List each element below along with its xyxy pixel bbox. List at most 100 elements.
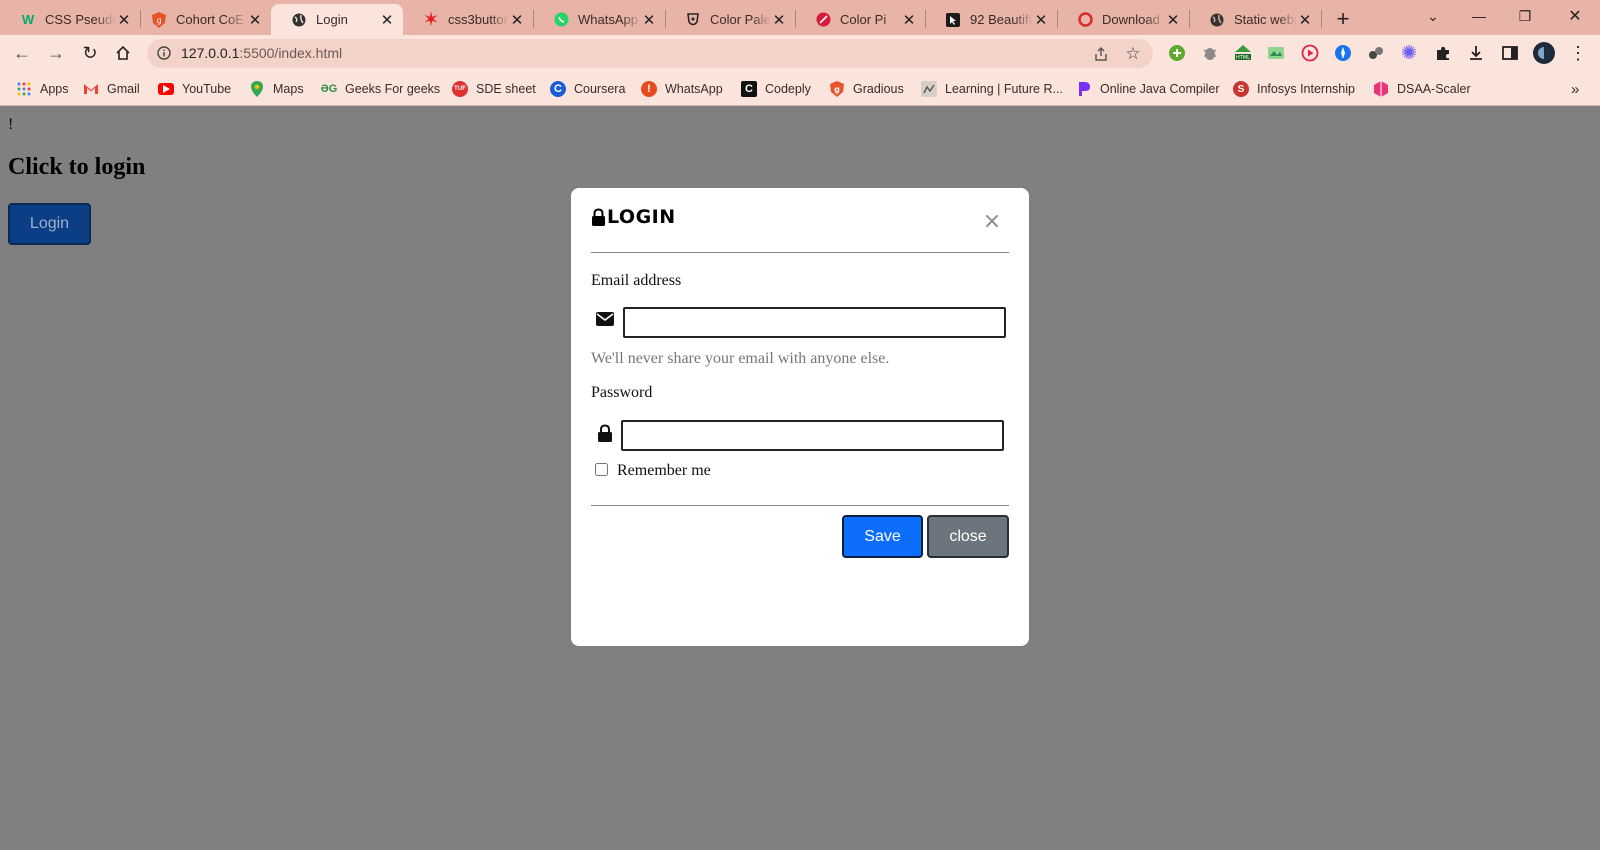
shield-icon: g	[151, 11, 167, 28]
bookmark-star-icon[interactable]: ☆	[1123, 44, 1143, 64]
bookmark-youtube[interactable]: YouTube	[158, 80, 231, 98]
bookmark-sde-sheet[interactable]: TUF SDE sheet	[452, 80, 536, 98]
tab-search-chevron-icon[interactable]: ⌄	[1410, 0, 1456, 32]
scaler-icon	[1373, 81, 1389, 97]
extension-dots-icon[interactable]	[1366, 43, 1386, 63]
modal-title: LOGIN	[591, 206, 676, 228]
extension-html-icon[interactable]: HTML	[1233, 43, 1253, 63]
address-bar[interactable]: 127.0.0.1:5500/index.html ☆	[147, 39, 1153, 68]
tab-close-icon[interactable]: ✕	[1033, 12, 1049, 29]
tab-92-beautiful[interactable]: 92 Beautiful ✕	[925, 4, 1057, 35]
back-arrow-icon[interactable]: ←	[8, 39, 36, 67]
tab-css3buttons[interactable]: ✶ css3buttons ✕	[403, 4, 533, 35]
asterisk-icon: ✶	[422, 8, 440, 31]
save-button[interactable]: Save	[842, 515, 923, 558]
email-label: Email address	[591, 272, 682, 289]
bookmarks-bar: Apps Gmail YouTube Maps ƏG Geeks For gee…	[0, 71, 1600, 106]
extension-plus-icon[interactable]	[1167, 43, 1187, 63]
page-heading: Click to login	[8, 154, 146, 180]
side-panel-icon[interactable]	[1500, 43, 1520, 63]
bookmark-coursera[interactable]: C Coursera	[550, 80, 625, 98]
minimize-icon[interactable]: —	[1456, 0, 1502, 32]
bookmark-whatsapp[interactable]: ! WhatsApp	[641, 80, 723, 98]
extension-bug-icon[interactable]	[1200, 43, 1220, 63]
tab-label: CSS Pseudo	[45, 12, 116, 27]
codeply-icon: C	[741, 81, 757, 97]
tab-static-webpage[interactable]: Static webp ✕	[1189, 4, 1321, 35]
header-divider	[591, 252, 1009, 253]
tab-label: Color Pi	[840, 12, 887, 27]
tab-label: 92 Beautiful	[970, 12, 1033, 27]
tab-close-icon[interactable]: ✕	[379, 12, 395, 29]
remember-me-checkbox[interactable]	[595, 463, 608, 476]
share-icon[interactable]	[1091, 44, 1111, 64]
password-label: Password	[591, 384, 653, 401]
globe-icon	[1209, 12, 1225, 28]
bookmark-maps[interactable]: Maps	[249, 80, 304, 98]
tab-whatsapp[interactable]: WhatsApp ✕	[533, 4, 665, 35]
download-site-icon	[1077, 12, 1093, 28]
password-field[interactable]	[621, 420, 1004, 451]
tab-close-icon[interactable]: ✕	[1165, 12, 1181, 29]
login-modal: LOGIN × Email address We'll never share …	[571, 188, 1029, 646]
tab-close-icon[interactable]: ✕	[509, 12, 525, 29]
tab-close-icon[interactable]: ✕	[1297, 12, 1313, 29]
svg-text:g: g	[834, 85, 840, 94]
gmail-icon	[83, 81, 99, 97]
tab-label: Static webp	[1234, 12, 1297, 27]
svg-text:HTML: HTML	[1236, 55, 1250, 61]
reload-icon[interactable]: ↻	[76, 39, 104, 67]
extension-play-icon[interactable]	[1300, 43, 1320, 63]
tab-label: Download	[1102, 12, 1160, 27]
url-text: 127.0.0.1:5500/index.html	[181, 45, 343, 61]
bookmark-codeply[interactable]: C Codeply	[741, 80, 811, 98]
restore-icon[interactable]: ❐	[1502, 0, 1548, 32]
bookmark-java-compiler[interactable]: Online Java Compiler	[1076, 80, 1220, 98]
apps-grid-icon	[16, 81, 32, 97]
site-info-icon[interactable]	[157, 46, 171, 60]
modal-close-icon[interactable]: ×	[981, 209, 1003, 234]
bookmark-geeks-for-geeks[interactable]: ƏG Geeks For geeks	[321, 80, 440, 98]
chrome-menu-icon[interactable]: ⋮	[1568, 43, 1588, 63]
home-icon[interactable]	[109, 39, 137, 67]
lock-icon	[592, 208, 605, 226]
bookmark-future-skills[interactable]: Learning | Future R...	[921, 80, 1063, 98]
extension-gear-icon[interactable]: ✺	[1399, 43, 1419, 64]
future-skills-icon	[921, 81, 937, 97]
close-button[interactable]: close	[927, 515, 1009, 558]
profile-avatar[interactable]	[1532, 41, 1556, 65]
extension-compass-icon[interactable]	[1333, 43, 1353, 63]
gfg-icon: ƏG	[320, 83, 338, 95]
tab-close-icon[interactable]: ✕	[771, 12, 787, 29]
downloads-icon[interactable]	[1466, 43, 1486, 63]
window-close-icon[interactable]: ✕	[1552, 0, 1598, 32]
email-field[interactable]	[623, 307, 1006, 338]
bookmark-gradious[interactable]: g Gradious	[829, 80, 904, 98]
tab-color-palette[interactable]: Color Palette ✕	[665, 4, 795, 35]
open-login-button[interactable]: Login	[8, 203, 91, 245]
extensions-puzzle-icon[interactable]	[1433, 43, 1453, 63]
new-tab-plus-icon[interactable]: +	[1330, 6, 1356, 32]
bookmarks-overflow-chevron-icon[interactable]: »	[1571, 80, 1579, 98]
whatsapp-web-icon: !	[641, 81, 657, 97]
tab-close-icon[interactable]: ✕	[641, 12, 657, 29]
tab-download[interactable]: Download ✕	[1057, 4, 1189, 35]
tab-css-pseudo[interactable]: W CSS Pseudo ✕	[0, 4, 140, 35]
w3schools-icon: W	[21, 12, 35, 27]
forward-arrow-icon[interactable]: →	[42, 39, 70, 67]
extension-image-icon[interactable]	[1266, 43, 1286, 63]
cursor-icon	[945, 12, 961, 28]
tab-close-icon[interactable]: ✕	[116, 12, 132, 29]
tab-login[interactable]: Login ✕	[271, 4, 403, 35]
bookmark-infosys[interactable]: S Infosys Internship	[1233, 80, 1355, 98]
tab-color-picker[interactable]: Color Pi ✕	[795, 4, 925, 35]
tab-label: Login	[316, 12, 348, 27]
bookmark-apps[interactable]: Apps	[16, 80, 69, 98]
envelope-icon	[596, 312, 614, 326]
tab-cohort-coe[interactable]: g Cohort CoE ✕	[131, 4, 271, 35]
bookmark-gmail[interactable]: Gmail	[83, 80, 140, 98]
remember-me-label[interactable]: Remember me	[617, 462, 711, 480]
bookmark-dsaa-scaler[interactable]: DSAA-Scaler	[1373, 80, 1471, 98]
tab-close-icon[interactable]: ✕	[247, 12, 263, 29]
tab-close-icon[interactable]: ✕	[901, 12, 917, 29]
